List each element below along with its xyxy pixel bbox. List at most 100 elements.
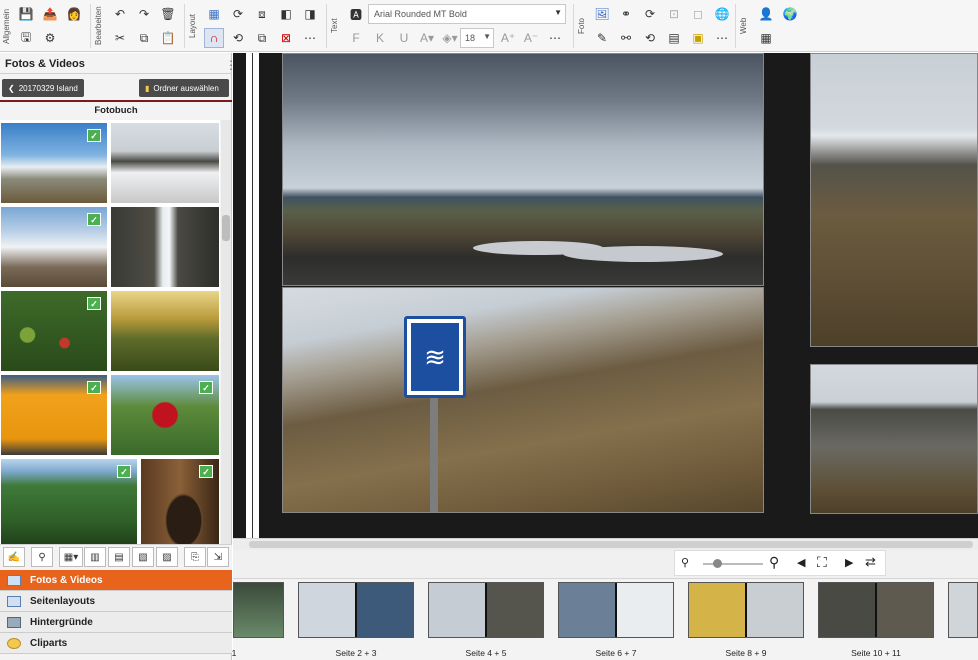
back-folder-label: 20170329 Island	[18, 83, 78, 93]
photo-crop-icon[interactable]: ⊡	[664, 4, 684, 24]
spread-label: Seite 10 + 11	[851, 648, 901, 658]
distribute-icon[interactable]: ⧉	[252, 28, 272, 48]
paste-icon[interactable]: 📋	[158, 28, 178, 48]
export-photo-icon[interactable]: ⇲	[207, 547, 229, 567]
spread-thumbnail-1[interactable]	[233, 582, 284, 638]
more-layout-icon[interactable]: ⋯	[300, 28, 320, 48]
photo-thumbnail[interactable]: ✓	[0, 374, 108, 456]
photo-frame-icon[interactable]: 🖼	[592, 4, 612, 24]
save-icon[interactable]: 💾	[16, 4, 36, 24]
check-icon: ✓	[199, 465, 213, 478]
zoom-slider-thumb[interactable]	[713, 559, 722, 568]
photo-mirror-icon[interactable]: ⟲	[640, 28, 660, 48]
web-apps-icon[interactable]: ▦	[756, 28, 776, 48]
align-icon[interactable]: ⟲	[228, 28, 248, 48]
delete-icon[interactable]: 🗑	[158, 4, 178, 24]
photo-frame-coast[interactable]	[282, 53, 764, 286]
assistant-icon[interactable]: 👩	[64, 4, 84, 24]
cut-icon[interactable]: ✂	[110, 28, 130, 48]
choose-folder-button[interactable]: ▮ Ordner auswählen	[139, 79, 229, 97]
zoom-slider[interactable]	[703, 563, 763, 565]
italic-button[interactable]: K	[370, 28, 390, 48]
photo-frame-landscape[interactable]	[810, 53, 978, 347]
photo-thumbnail[interactable]	[110, 206, 220, 288]
nav-label: Seitenlayouts	[30, 595, 96, 607]
photo-thumbnail[interactable]	[110, 122, 220, 204]
font-size-select[interactable]: 18 ▼	[460, 28, 494, 48]
spread-thumbnail-8-9[interactable]	[688, 582, 804, 638]
group-label-bearbeiten: Bearbeiten	[94, 6, 103, 46]
globe-icon[interactable]: 🌐	[712, 4, 732, 24]
rotate-icon[interactable]: ⟳	[228, 4, 248, 24]
undo-icon[interactable]: ↶	[110, 4, 130, 24]
canvas-scrollbar-thumb[interactable]	[249, 541, 973, 548]
more-photo-icon[interactable]: ⋯	[712, 28, 732, 48]
more-text-icon[interactable]: ⋯	[545, 28, 565, 48]
zoom-out-icon[interactable]: ⚲	[681, 556, 689, 569]
auto-fill-icon[interactable]: ✍	[3, 547, 25, 567]
save-as-icon[interactable]: 🖫	[16, 28, 36, 48]
spread-thumbnail-4-5[interactable]	[428, 582, 544, 638]
swap-pages-icon[interactable]: ⇄	[865, 554, 876, 570]
settings-gear-icon[interactable]: ⚙	[40, 28, 60, 48]
photo-thumbnail[interactable]: ✓	[0, 290, 108, 372]
layout-a-icon[interactable]: ▥	[84, 547, 106, 567]
photo-thumbnail[interactable]: ✓	[0, 122, 108, 204]
photo-thumbnail[interactable]: ✓	[0, 458, 138, 544]
layout-b-icon[interactable]: ▤	[108, 547, 130, 567]
photo-edit-icon[interactable]: ✎	[592, 28, 612, 48]
remove-frame-icon[interactable]: ⊠	[276, 28, 296, 48]
nav-page-layouts[interactable]: Seitenlayouts	[0, 591, 232, 612]
spread-thumbnail-2-3[interactable]	[298, 582, 414, 638]
font-shrink-icon[interactable]: A⁻	[521, 28, 541, 48]
grid-scrollbar-thumb[interactable]	[222, 215, 230, 241]
text-box-icon[interactable]: 🅰	[346, 4, 366, 24]
photo-thumbnail[interactable]: ✓	[110, 374, 220, 456]
font-select[interactable]: Arial Rounded MT Bold ▼	[368, 4, 566, 24]
photo-rotate-icon[interactable]: ⟳	[640, 4, 660, 24]
grid-scrollbar[interactable]	[221, 120, 231, 544]
photo-frame-rocks[interactable]	[810, 364, 978, 514]
photo-thumbnail[interactable]	[110, 290, 220, 372]
redo-icon[interactable]: ↷	[134, 4, 154, 24]
grid-icon[interactable]: ▦	[204, 4, 224, 24]
fit-to-screen-icon[interactable]: ⛶	[817, 554, 827, 571]
photo-effect-icon[interactable]: ⚭	[616, 4, 636, 24]
arrange-icon[interactable]: ⧈	[252, 4, 272, 24]
underline-button[interactable]: U	[394, 28, 414, 48]
text-color-icon[interactable]: A▾	[416, 28, 438, 48]
web-user-icon[interactable]: 👤	[756, 4, 776, 24]
import-icon[interactable]: ⎘	[184, 547, 206, 567]
bring-front-icon[interactable]: ◧	[276, 4, 296, 24]
photo-thumbnail[interactable]: ✓	[0, 206, 108, 288]
spread-thumbnail-12[interactable]	[948, 582, 978, 638]
group-label-foto: Foto	[577, 18, 586, 35]
web-globe-icon[interactable]: 🌍	[780, 4, 800, 24]
nav-photos-videos[interactable]: Fotos & Videos	[0, 570, 232, 591]
magnet-icon[interactable]: ∩	[204, 28, 224, 48]
previous-page-icon[interactable]: ◀	[797, 556, 805, 569]
font-grow-icon[interactable]: A⁺	[498, 28, 518, 48]
send-back-icon[interactable]: ◨	[300, 4, 320, 24]
copy-icon[interactable]: ⧉	[134, 28, 154, 48]
photo-frame-sign[interactable]: ≋	[282, 287, 764, 513]
photo-thumbnail[interactable]: ✓	[140, 458, 220, 544]
photo-shadow-icon[interactable]: ◻	[688, 4, 708, 24]
view-size-icon[interactable]: ▦▾	[59, 547, 83, 567]
layout-c-icon[interactable]: ▧	[132, 547, 154, 567]
nav-backgrounds[interactable]: Hintergründe	[0, 612, 232, 633]
layout-d-icon[interactable]: ▨	[156, 547, 178, 567]
back-folder-button[interactable]: ❮ 20170329 Island	[2, 79, 84, 97]
spread-thumbnail-6-7[interactable]	[558, 582, 674, 638]
next-page-icon[interactable]: ▶	[845, 556, 853, 569]
bold-button[interactable]: F	[346, 28, 366, 48]
search-photo-icon[interactable]: ⚲	[31, 547, 53, 567]
zoom-in-icon[interactable]: ⚲	[769, 554, 779, 571]
check-icon: ✓	[87, 213, 101, 226]
photo-layout-icon[interactable]: ▤	[664, 28, 684, 48]
fill-color-icon[interactable]: ◈▾	[440, 28, 460, 48]
spread-thumbnail-10-11[interactable]	[818, 582, 934, 638]
export-icon[interactable]: 📤	[40, 4, 60, 24]
photo-border-icon[interactable]: ▣	[688, 28, 708, 48]
photo-mask-icon[interactable]: ⚯	[616, 28, 636, 48]
